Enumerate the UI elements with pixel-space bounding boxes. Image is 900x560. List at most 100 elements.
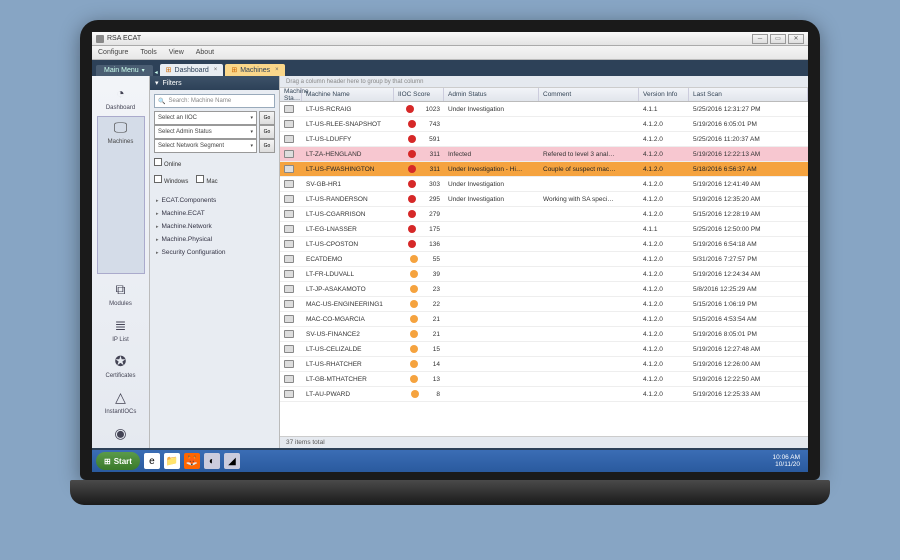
score-dot-icon <box>410 375 418 383</box>
menu-tools[interactable]: Tools <box>140 49 156 56</box>
grid-header: Machine Sta… Machine Name IIOC Score Adm… <box>280 88 808 102</box>
sidebar-item-ip list[interactable]: ≣IP List <box>97 312 145 346</box>
table-row[interactable]: SV-US-FINANCE2 214.1.2.05/19/2016 8:05:0… <box>280 327 808 342</box>
taskbar-app-ecat[interactable]: ◐ <box>204 453 220 469</box>
system-tray[interactable]: 10:06 AM 10/11/20 <box>773 454 804 468</box>
app-icon <box>96 35 104 43</box>
sidebar-item-item6[interactable]: ◉ <box>97 420 145 448</box>
score-dot-icon <box>408 165 416 173</box>
tree-item[interactable]: ▸Machine.Physical <box>154 233 275 246</box>
table-row[interactable]: LT-JP-ASAKAMOTO 234.1.2.05/8/2016 12:25:… <box>280 282 808 297</box>
table-row[interactable]: LT-US-FWASHINGTON 311Under Investigation… <box>280 162 808 177</box>
table-row[interactable]: LT-US-RANDERSON 295Under InvestigationWo… <box>280 192 808 207</box>
tree-item[interactable]: ▸ECAT.Components <box>154 194 275 207</box>
item-icon: ◉ <box>111 423 131 443</box>
chevron-right-icon: ▸ <box>156 237 159 243</box>
close-button[interactable]: ✕ <box>788 34 804 44</box>
col-lastscan[interactable]: Last Scan <box>689 88 808 101</box>
go-button-0[interactable]: Go <box>259 111 275 125</box>
tab-machines[interactable]: ⊞Machines× <box>225 64 284 76</box>
taskbar-app-explorer[interactable]: 📁 <box>164 453 180 469</box>
go-button-2[interactable]: Go <box>259 139 275 153</box>
machine-icon <box>284 240 294 248</box>
table-row[interactable]: LT-US-CGARRISON 2794.1.2.05/15/2016 12:2… <box>280 207 808 222</box>
col-version[interactable]: Version Info <box>639 88 689 101</box>
taskbar-app-ie[interactable]: e <box>144 453 160 469</box>
minimize-button[interactable]: ─ <box>752 34 768 44</box>
col-status[interactable]: Machine Sta… <box>280 88 302 101</box>
table-row[interactable]: MAC-US-ENGINEERING1 224.1.2.05/15/2016 1… <box>280 297 808 312</box>
main-menu-button[interactable]: Main Menu ▾ <box>96 65 153 76</box>
filters-header[interactable]: ▾ Filters <box>150 76 279 90</box>
close-icon[interactable]: × <box>275 67 279 73</box>
sidebar-item-dashboard[interactable]: ◔Dashboard <box>97 80 145 114</box>
table-row[interactable]: LT-FR-LDUVALL 394.1.2.05/19/2016 12:24:3… <box>280 267 808 282</box>
chevron-down-icon: ▾ <box>250 115 253 121</box>
checkbox-online[interactable]: Online <box>154 158 181 168</box>
machine-icon <box>284 270 294 278</box>
table-row[interactable]: LT-US-CPOSTON 1364.1.2.05/19/2016 6:54:1… <box>280 237 808 252</box>
col-score[interactable]: IIOC Score <box>394 88 444 101</box>
table-row[interactable]: SV-GB-HR1 303Under Investigation4.1.2.05… <box>280 177 808 192</box>
score-dot-icon <box>408 180 416 188</box>
machine-icon <box>284 120 294 128</box>
table-row[interactable]: LT-US-RHATCHER 144.1.2.05/19/2016 12:26:… <box>280 357 808 372</box>
search-input[interactable]: 🔍 Search: Machine Name <box>154 94 275 108</box>
table-row[interactable]: LT-US-CELIZALDE 154.1.2.05/19/2016 12:27… <box>280 342 808 357</box>
col-comment[interactable]: Comment <box>539 88 639 101</box>
tree-item[interactable]: ▸Machine.ECAT <box>154 207 275 220</box>
tree-item[interactable]: ▸Machine.Network <box>154 220 275 233</box>
machine-icon <box>284 360 294 368</box>
taskbar: ⊞ Start e 📁 🦊 ◐ ◢ 10:06 AM 10/11/20 <box>92 450 808 472</box>
tab-prev-icon[interactable]: ◂ <box>155 69 158 76</box>
checkbox-mac[interactable]: Mac <box>196 175 217 185</box>
menu-about[interactable]: About <box>196 49 214 56</box>
machine-icon <box>284 105 294 113</box>
table-row[interactable]: LT-US-LDUFFY 5914.1.2.05/25/2016 11:20:3… <box>280 132 808 147</box>
grid-rows[interactable]: LT-US-RCRAIG 1023Under Investigation4.1.… <box>280 102 808 412</box>
checkbox-windows[interactable]: Windows <box>154 175 188 185</box>
menu-view[interactable]: View <box>169 49 184 56</box>
go-button-1[interactable]: Go <box>259 125 275 139</box>
chevron-down-icon: ▾ <box>250 129 253 135</box>
col-name[interactable]: Machine Name <box>302 88 394 101</box>
table-row[interactable]: LT-US-RLEE-SNAPSHOT 7434.1.2.05/19/2016 … <box>280 117 808 132</box>
maximize-button[interactable]: ▭ <box>770 34 786 44</box>
table-row[interactable]: LT-GB-MTHATCHER 134.1.2.05/19/2016 12:22… <box>280 372 808 387</box>
machine-icon <box>284 150 294 158</box>
tab-dashboard[interactable]: ⊞Dashboard× <box>160 64 224 76</box>
tree-item[interactable]: ▸Security Configuration <box>154 246 275 259</box>
taskbar-app-other[interactable]: ◢ <box>224 453 240 469</box>
filters-panel: ▾ Filters 🔍 Search: Machine Name Select … <box>150 76 280 448</box>
sidebar-item-certificates[interactable]: ✪Certificates <box>97 348 145 382</box>
table-row[interactable]: LT-US-RCRAIG 1023Under Investigation4.1.… <box>280 102 808 117</box>
sidebar-item-machines[interactable]: 🖵Machines <box>97 116 145 274</box>
score-dot-icon <box>408 135 416 143</box>
score-dot-icon <box>410 270 418 278</box>
table-row[interactable]: LT-EG-LNASSER 1754.1.15/25/2016 12:50:00… <box>280 222 808 237</box>
table-row[interactable]: ECATDEMO 554.1.2.05/31/2016 7:27:57 PM <box>280 252 808 267</box>
filter-select-0[interactable]: Select an IIOC▾ <box>154 111 257 125</box>
group-hint[interactable]: Drag a column header here to group by th… <box>280 76 808 88</box>
sidebar-item-modules[interactable]: ⧉Modules <box>97 276 145 310</box>
machine-icon <box>284 375 294 383</box>
close-icon[interactable]: × <box>214 67 218 73</box>
filter-select-1[interactable]: Select Admin Status▾ <box>154 125 257 139</box>
machine-icon <box>284 300 294 308</box>
table-row[interactable]: LT-ZA-HENGLAND 311InfectedRefered to lev… <box>280 147 808 162</box>
taskbar-app-firefox[interactable]: 🦊 <box>184 453 200 469</box>
machine-icon <box>284 315 294 323</box>
score-dot-icon <box>408 120 416 128</box>
score-dot-icon <box>408 210 416 218</box>
start-button[interactable]: ⊞ Start <box>96 452 140 470</box>
table-row[interactable]: LT-AU-PWARD 84.1.2.05/19/2016 12:25:33 A… <box>280 387 808 402</box>
sidebar-item-instantiocs[interactable]: △InstantIOCs <box>97 384 145 418</box>
score-dot-icon <box>410 285 418 293</box>
filter-select-2[interactable]: Select Network Segment▾ <box>154 139 257 153</box>
machine-icon <box>284 285 294 293</box>
table-row[interactable]: MAC-CO-MGARCIA 214.1.2.05/15/2016 4:53:5… <box>280 312 808 327</box>
menu-configure[interactable]: Configure <box>98 49 128 56</box>
machine-icon <box>284 390 294 398</box>
certificates-icon: ✪ <box>111 351 131 371</box>
col-admin[interactable]: Admin Status <box>444 88 539 101</box>
